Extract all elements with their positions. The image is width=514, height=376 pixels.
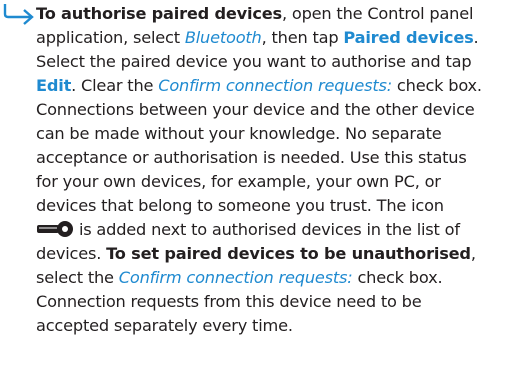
paragraph-line-4: Edit. Clear the Confirm connection reque… <box>36 74 482 98</box>
line-text: devices. <box>36 244 107 263</box>
paragraph-line-13: Connection requests from this device nee… <box>36 292 422 311</box>
paragraph-line-8: for your own devices, for example, your … <box>36 172 441 191</box>
confirm-requests-link[interactable]: Confirm connection requests: <box>158 76 392 95</box>
line-text: . <box>473 28 479 47</box>
paragraph-line-1: To authorise paired devices, open the Co… <box>36 2 474 26</box>
line-text: . Clear the <box>71 76 159 95</box>
line-text: check box. <box>352 268 443 287</box>
heading-authorise: To authorise paired devices <box>36 4 282 23</box>
confirm-requests-link-2[interactable]: Confirm connection requests: <box>119 268 353 287</box>
key-icon <box>37 221 73 237</box>
line-text: select the <box>36 268 119 287</box>
line-text: check box. <box>391 76 482 95</box>
line-text: is added next to authorised devices in t… <box>78 220 460 239</box>
arrow-right-icon <box>3 4 34 25</box>
paragraph-line-6: can be made without your knowledge. No s… <box>36 124 442 143</box>
paired-devices-link[interactable]: Paired devices <box>343 28 473 47</box>
line-text: application, select <box>36 28 185 47</box>
paragraph-line-12: select the Confirm connection requests: … <box>36 266 443 290</box>
paragraph-line-3: Select the paired device you want to aut… <box>36 52 472 71</box>
paragraph-line-2: application, select Bluetooth, then tap … <box>36 26 479 50</box>
paragraph-line-9: devices that belong to someone you trust… <box>36 196 444 215</box>
help-document: To authorise paired devices, open the Co… <box>0 0 514 376</box>
line-text: , <box>470 244 476 263</box>
paragraph-line-11: devices. To set paired devices to be una… <box>36 242 476 266</box>
bluetooth-link[interactable]: Bluetooth <box>185 28 262 47</box>
paragraph-line-7: acceptance or authorisation is needed. U… <box>36 148 467 167</box>
paragraph-line-5: Connections between your device and the … <box>36 100 475 119</box>
line-text: , open the Control panel <box>281 4 474 23</box>
line-text: , then tap <box>261 28 344 47</box>
paragraph-line-10: is added next to authorised devices in t… <box>36 218 460 242</box>
heading-unauthorise: To set paired devices to be unauthorised <box>106 244 471 263</box>
paragraph-line-14: accepted separately every time. <box>36 316 293 335</box>
edit-link[interactable]: Edit <box>36 76 71 95</box>
